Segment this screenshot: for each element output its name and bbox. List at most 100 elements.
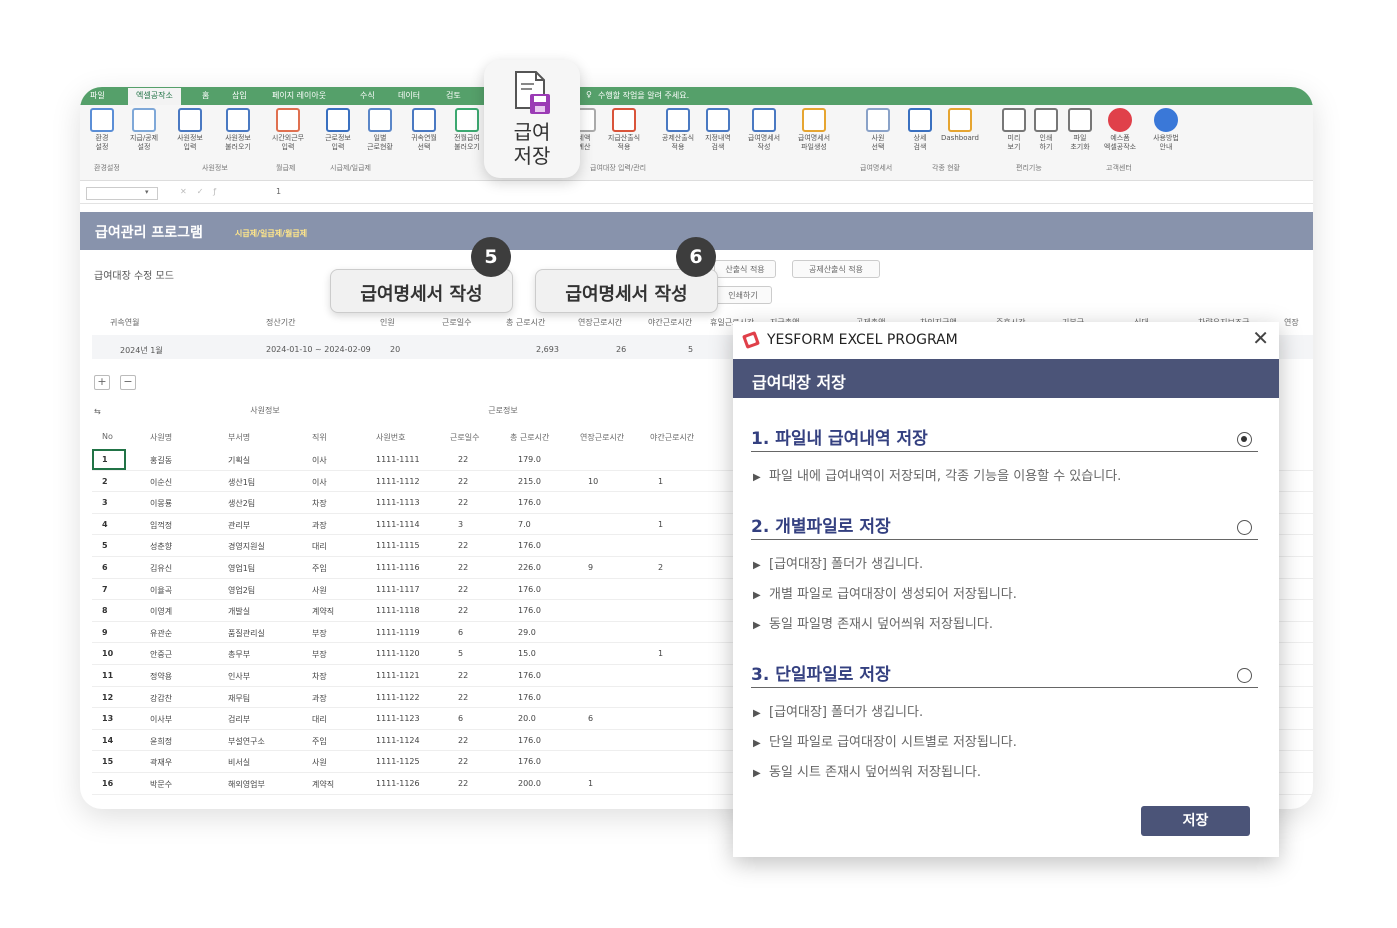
table-cell[interactable]: 생산2팀 (228, 498, 255, 509)
table-cell[interactable]: 22 (458, 563, 468, 572)
ribbon-button-calendar-grid[interactable]: 일별 근로현황 (360, 108, 400, 152)
table-cell[interactable]: 경영지원실 (228, 541, 265, 552)
table-cell[interactable]: 주임 (312, 736, 327, 747)
close-icon[interactable]: ✕ (1252, 328, 1269, 348)
table-cell[interactable]: 176.0 (518, 585, 541, 594)
table-cell[interactable]: 이사 (312, 455, 327, 466)
save-payroll-ribbon-button[interactable]: 급여 저장 (484, 60, 580, 178)
table-cell[interactable]: 176.0 (518, 606, 541, 615)
table-cell[interactable]: 5 (458, 649, 463, 658)
table-cell[interactable]: 비서실 (228, 757, 250, 768)
table-cell[interactable]: 과장 (312, 693, 327, 704)
table-cell[interactable]: 1 (658, 520, 663, 529)
table-cell[interactable]: 200.0 (518, 779, 541, 788)
table-cell[interactable]: 안중근 (150, 649, 172, 660)
ribbon-button-reset[interactable]: 파일 초기화 (1060, 108, 1100, 152)
add-row-button[interactable]: + (94, 375, 110, 390)
table-cell[interactable]: 이율곡 (150, 585, 172, 596)
table-cell[interactable]: 22 (458, 736, 468, 745)
tell-me-search[interactable]: 수행할 작업을 알려 주세요. (598, 90, 689, 101)
table-cell[interactable]: 박문수 (150, 779, 172, 790)
table-cell[interactable]: 2 (658, 563, 663, 572)
option-title[interactable]: 1. 파일내 급여내역 저장 (751, 424, 928, 449)
table-cell[interactable]: 22 (458, 477, 468, 486)
ribbon-button-search-doc[interactable]: 지정내역 검색 (698, 108, 738, 152)
ribbon-button-pen[interactable]: 공제산출식 적용 (658, 108, 698, 152)
ribbon-button-check-doc[interactable]: 전월급여 불러오기 (447, 108, 487, 152)
table-cell[interactable]: 6 (588, 714, 593, 723)
table-cell[interactable]: 179.0 (518, 455, 541, 464)
ribbon-button-info[interactable]: 사용방법 안내 (1146, 108, 1186, 152)
collapse-icon[interactable]: ⇆ (94, 407, 101, 416)
table-cell[interactable]: 대리 (312, 714, 327, 725)
tab-home[interactable]: 홈 (202, 90, 209, 101)
tab-insert[interactable]: 삽입 (232, 90, 247, 101)
table-cell[interactable]: 1111-1122 (376, 693, 420, 702)
table-cell[interactable]: 대리 (312, 541, 327, 552)
table-cell[interactable]: 차장 (312, 498, 327, 509)
table-cell[interactable]: 1 (658, 477, 663, 486)
table-cell[interactable]: 총무부 (228, 649, 250, 660)
table-cell[interactable]: 과장 (312, 520, 327, 531)
table-cell[interactable]: 홍길동 (150, 455, 172, 466)
table-cell[interactable]: 6 (458, 714, 463, 723)
table-cell[interactable]: 29.0 (518, 628, 536, 637)
option-radio[interactable] (1237, 520, 1252, 535)
table-cell[interactable]: 22 (458, 498, 468, 507)
table-cell[interactable]: 1111-1123 (376, 714, 420, 723)
table-cell[interactable]: 6 (458, 628, 463, 637)
table-cell[interactable]: 1111-1117 (376, 585, 420, 594)
table-cell[interactable]: 기획실 (228, 455, 250, 466)
table-cell[interactable]: 주임 (312, 563, 327, 574)
table-cell[interactable]: 윤희정 (150, 736, 172, 747)
ribbon-button-users[interactable]: 사원정보 입력 (170, 108, 210, 152)
table-cell[interactable]: 영업2팀 (228, 585, 255, 596)
table-cell[interactable]: 해외영업부 (228, 779, 265, 790)
table-cell[interactable]: 김유신 (150, 563, 172, 574)
table-cell[interactable]: 생산1팀 (228, 477, 255, 488)
table-cell[interactable]: 1111-1112 (376, 477, 420, 486)
table-cell[interactable]: 1 (588, 779, 593, 788)
tab-formulas[interactable]: 수식 (360, 90, 375, 101)
table-cell[interactable]: 개발실 (228, 606, 250, 617)
table-cell[interactable]: 22 (458, 606, 468, 615)
table-cell[interactable]: 부설연구소 (228, 736, 265, 747)
table-cell[interactable]: 차장 (312, 671, 327, 682)
ribbon-button-chart[interactable]: Dashboard (940, 108, 980, 143)
table-cell[interactable]: 1 (658, 649, 663, 658)
table-cell[interactable]: 1111-1119 (376, 628, 420, 637)
table-cell[interactable]: 유관순 (150, 628, 172, 639)
table-cell[interactable]: 1111-1121 (376, 671, 420, 680)
table-cell[interactable]: 20.0 (518, 714, 536, 723)
save-button[interactable]: 저장 (1141, 806, 1250, 836)
ribbon-button-yesform[interactable]: 예스폼 엑셀공작소 (1100, 108, 1140, 152)
ribbon-button-import[interactable]: 사원정보 불러오기 (218, 108, 258, 152)
table-cell[interactable]: 1111-1111 (376, 455, 420, 464)
table-cell[interactable]: 계약직 (312, 779, 334, 790)
table-cell[interactable]: 1111-1113 (376, 498, 420, 507)
table-cell[interactable]: 15.0 (518, 649, 536, 658)
table-cell[interactable]: 1111-1124 (376, 736, 420, 745)
tab-data[interactable]: 데이터 (398, 90, 420, 101)
table-cell[interactable]: 재무팀 (228, 693, 250, 704)
apply-deduction-formula-button[interactable]: 공제산출식 적용 (792, 260, 880, 278)
table-cell[interactable]: 10 (588, 477, 598, 486)
table-cell[interactable]: 22 (458, 779, 468, 788)
option-title[interactable]: 3. 단일파일로 저장 (751, 660, 891, 685)
table-cell[interactable]: 176.0 (518, 757, 541, 766)
ribbon-button-clock[interactable]: 근로정보 입력 (318, 108, 358, 152)
table-cell[interactable]: 인사부 (228, 671, 250, 682)
print-button[interactable]: 인쇄하기 (714, 286, 772, 304)
table-cell[interactable]: 9 (588, 563, 593, 572)
table-cell[interactable]: 1111-1118 (376, 606, 420, 615)
table-cell[interactable]: 계약직 (312, 606, 334, 617)
table-cell[interactable]: 사원 (312, 585, 327, 596)
tab-file[interactable]: 파일 (90, 90, 105, 101)
table-cell[interactable]: 22 (458, 757, 468, 766)
table-cell[interactable]: 176.0 (518, 541, 541, 550)
table-cell[interactable]: 관리부 (228, 520, 250, 531)
formula-input[interactable]: 1 (276, 187, 281, 196)
table-cell[interactable]: 영업1팀 (228, 563, 255, 574)
tab-page-layout[interactable]: 페이지 레이아웃 (272, 90, 326, 101)
table-cell[interactable]: 3 (458, 520, 463, 529)
